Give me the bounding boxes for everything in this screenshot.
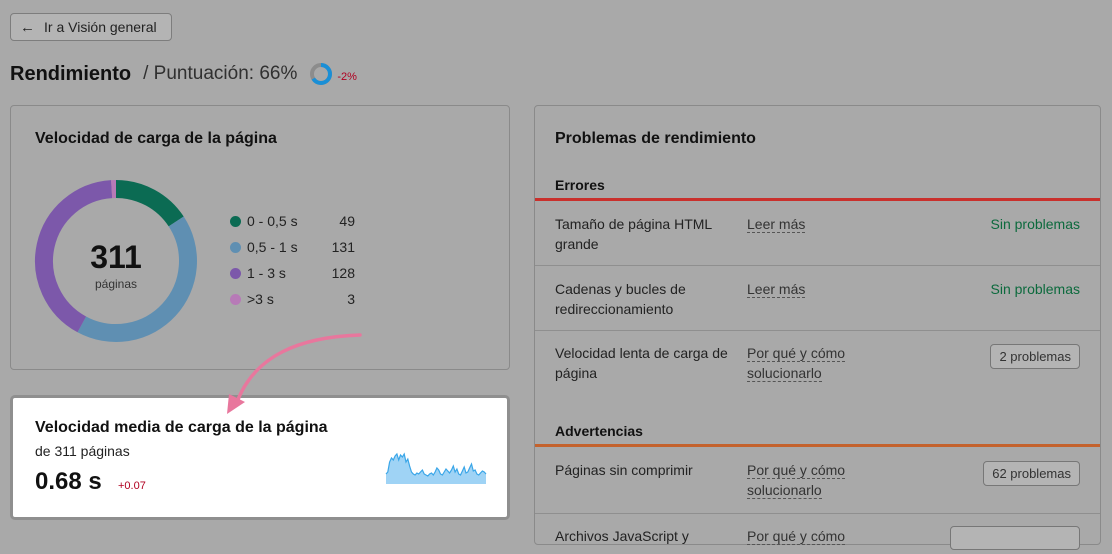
page-header: Rendimiento / Puntuación: 66% -2% [10,60,357,88]
avg-load-time-delta: +0.07 [118,480,146,492]
legend-label: >3 s [247,291,315,307]
legend-dot-icon [230,294,241,305]
total-pages-value: 311 [64,239,168,276]
issue-name: Velocidad lenta de carga de página [555,343,735,383]
donut-slice[interactable] [116,189,176,221]
page-load-speed-card: Velocidad de carga de la página 311 pági… [10,105,510,370]
legend-count: 3 [315,291,355,307]
issue-count-button[interactable]: 2 problemas [990,344,1080,369]
issues-card-title: Problemas de rendimiento [555,130,756,148]
average-load-speed-card[interactable]: Velocidad media de carga de la página de… [10,395,510,520]
warnings-section-title: Advertencias [555,423,643,439]
score-ring-icon [309,62,333,86]
how-to-fix-link[interactable]: Por qué y cómo [747,526,877,546]
arrow-left-icon: ← [20,19,35,36]
score-label: / Puntuación: 66% [143,63,297,85]
donut-legend: 0 - 0,5 s 49 0,5 - 1 s 131 1 - 3 s 128 >… [230,208,355,312]
how-to-fix-link[interactable]: Por qué y cómo solucionarlo [747,460,877,500]
load-time-sparkline [385,450,487,486]
errors-section-title: Errores [555,177,605,193]
legend-dot-icon [230,268,241,279]
legend-item[interactable]: 0,5 - 1 s 131 [230,234,355,260]
legend-dot-icon [230,216,241,227]
issue-row: Cadenas y bucles de redireccionamiento L… [535,266,1100,331]
read-more-link[interactable]: Leer más [747,214,877,234]
issue-row: Tamaño de página HTML grande Leer más Si… [535,201,1100,266]
back-to-overview-button[interactable]: ← Ir a Visión general [10,13,172,41]
issue-row: Páginas sin comprimir Por qué y cómo sol… [535,447,1100,514]
avg-card-subtitle: de 311 páginas [35,443,130,459]
legend-count: 131 [315,239,355,255]
legend-label: 0,5 - 1 s [247,239,315,255]
how-to-fix-link[interactable]: Por qué y cómo solucionarlo [747,343,877,383]
legend-count: 128 [315,265,355,281]
issue-status: Sin problemas [991,281,1081,297]
issue-name: Archivos JavaScript y [555,526,735,546]
legend-item[interactable]: >3 s 3 [230,286,355,312]
read-more-link[interactable]: Leer más [747,279,877,299]
issue-count-button[interactable] [950,526,1080,550]
page-title: Rendimiento [10,63,131,86]
issue-name: Páginas sin comprimir [555,460,735,480]
issue-row: Archivos JavaScript y Por qué y cómo [535,514,1100,554]
legend-label: 0 - 0,5 s [247,213,315,229]
legend-label: 1 - 3 s [247,265,315,281]
issue-name: Cadenas y bucles de redireccionamiento [555,279,735,319]
avg-card-title: Velocidad media de carga de la página [35,419,328,437]
legend-count: 49 [315,213,355,229]
avg-load-time-value: 0.68 s [35,468,102,496]
legend-dot-icon [230,242,241,253]
legend-item[interactable]: 0 - 0,5 s 49 [230,208,355,234]
back-button-label: Ir a Visión general [44,19,157,35]
legend-item[interactable]: 1 - 3 s 128 [230,260,355,286]
issue-status: Sin problemas [991,216,1081,232]
score-delta: -2% [337,71,357,83]
issue-count-button[interactable]: 62 problemas [983,461,1080,486]
issue-row: Velocidad lenta de carga de página Por q… [535,331,1100,403]
total-pages-label: páginas [64,277,168,291]
issue-name: Tamaño de página HTML grande [555,214,735,254]
performance-issues-card: Problemas de rendimiento Errores Tamaño … [534,105,1101,545]
card-title: Velocidad de carga de la página [35,130,277,148]
